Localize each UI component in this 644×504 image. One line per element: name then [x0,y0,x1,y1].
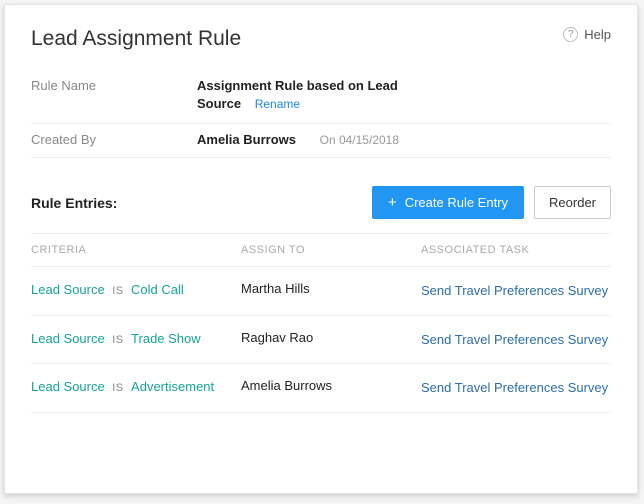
help-icon: ? [563,27,578,42]
rule-name-label: Rule Name [31,78,197,93]
help-label: Help [584,27,611,42]
criteria-field[interactable]: Lead Source [31,331,105,346]
entries-toolbar: Rule Entries: + Create Rule Entry Reorde… [31,186,611,219]
page-card: Lead Assignment Rule ? Help Rule Name As… [4,4,638,494]
created-by-row: Created By Amelia Burrows On 04/15/2018 [31,124,611,158]
col-assign-to: ASSIGN TO [241,244,421,256]
criteria-field[interactable]: Lead Source [31,379,105,394]
criteria-value[interactable]: Trade Show [131,331,201,346]
criteria-cell: Lead Source IS Advertisement [31,378,241,396]
task-link[interactable]: Send Travel Preferences Survey [421,330,611,350]
criteria-field[interactable]: Lead Source [31,282,105,297]
table-row: Lead Source IS Cold Call Martha Hills Se… [31,267,611,316]
table-row: Lead Source IS Advertisement Amelia Burr… [31,364,611,413]
criteria-value[interactable]: Advertisement [131,379,214,394]
rule-name-value: Assignment Rule based on Lead Source Ren… [197,77,417,113]
reorder-button[interactable]: Reorder [534,186,611,219]
criteria-value[interactable]: Cold Call [131,282,184,297]
task-link[interactable]: Send Travel Preferences Survey [421,378,611,398]
col-associated-task: ASSOCIATED TASK [421,244,611,256]
entries-section-label: Rule Entries: [31,195,372,211]
criteria-cell: Lead Source IS Trade Show [31,330,241,348]
table-header: CRITERIA ASSIGN TO ASSOCIATED TASK [31,233,611,267]
criteria-op: IS [112,334,123,346]
criteria-cell: Lead Source IS Cold Call [31,281,241,299]
plus-icon: + [388,195,397,210]
col-criteria: CRITERIA [31,244,241,256]
assignee-cell: Amelia Burrows [241,378,421,393]
task-link[interactable]: Send Travel Preferences Survey [421,281,611,301]
created-on: On 04/15/2018 [320,133,399,147]
create-rule-entry-button[interactable]: + Create Rule Entry [372,186,524,219]
rename-link[interactable]: Rename [255,97,300,111]
assignee-cell: Martha Hills [241,281,421,296]
page-title: Lead Assignment Rule [31,27,241,51]
assignee-cell: Raghav Rao [241,330,421,345]
table-row: Lead Source IS Trade Show Raghav Rao Sen… [31,316,611,365]
rule-name-row: Rule Name Assignment Rule based on Lead … [31,69,611,124]
page-header: Lead Assignment Rule ? Help [31,27,611,51]
created-by-label: Created By [31,132,197,147]
created-by-value: Amelia Burrows [197,132,296,147]
criteria-op: IS [112,285,123,297]
rule-entries-table: CRITERIA ASSIGN TO ASSOCIATED TASK Lead … [31,233,611,413]
create-rule-entry-label: Create Rule Entry [405,195,508,210]
criteria-op: IS [112,382,123,394]
help-link[interactable]: ? Help [563,27,611,42]
